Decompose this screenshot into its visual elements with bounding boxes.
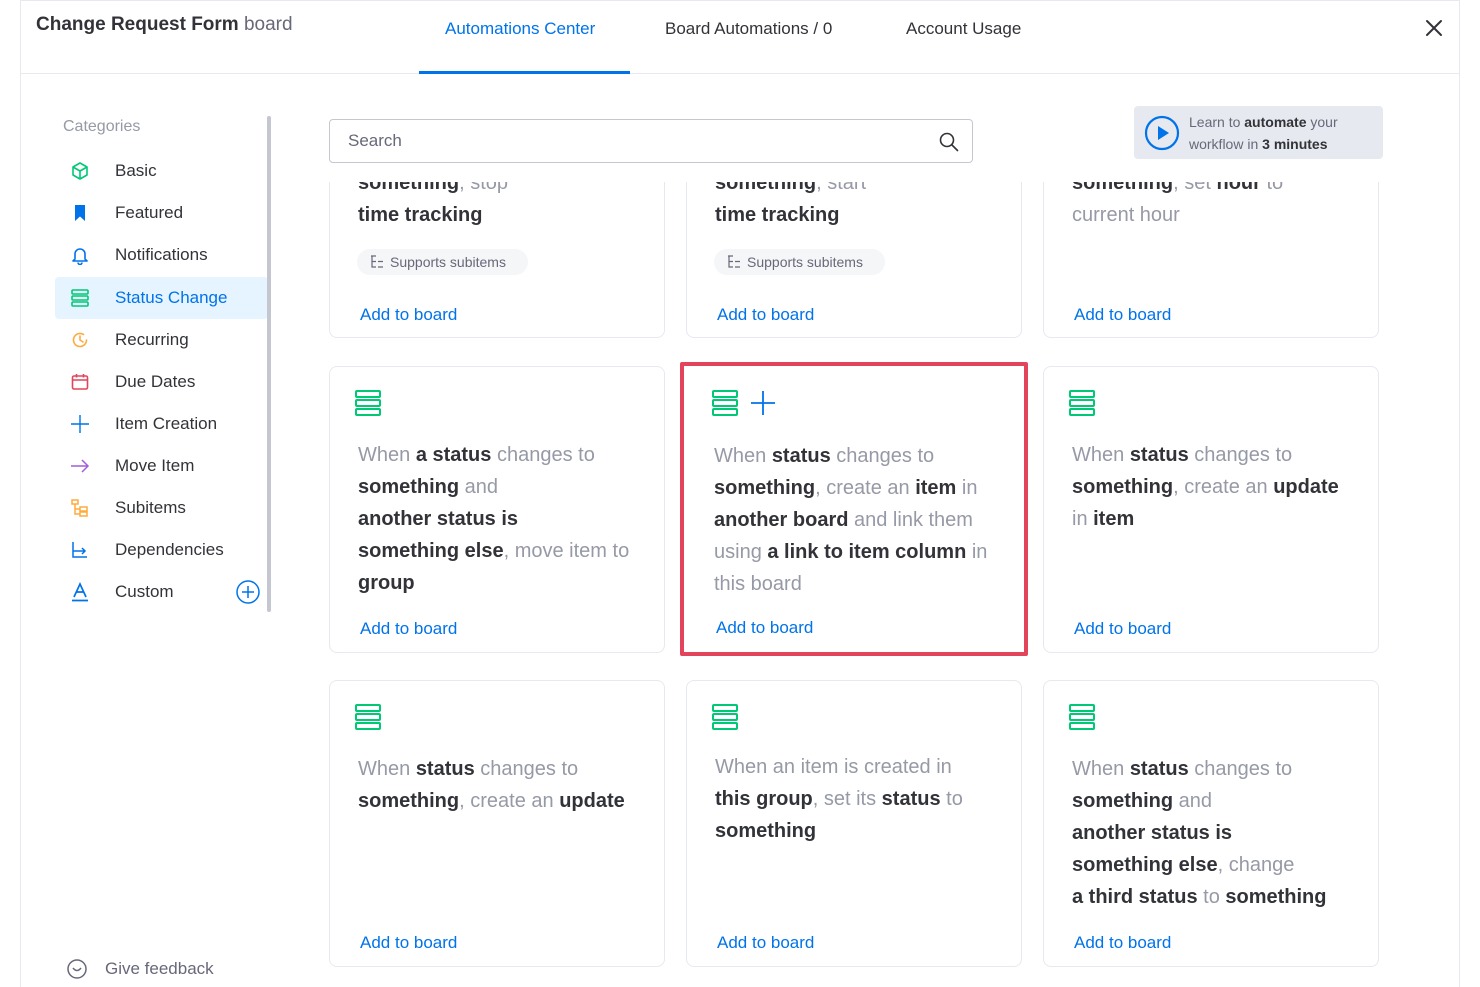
sidebar-item-label: Item Creation [115, 414, 218, 433]
cube-icon [69, 160, 91, 182]
recipe-text: When a status changes to something and a… [358, 444, 630, 594]
status-stack-icon [355, 704, 381, 730]
sidebar-item-due-dates[interactable]: Due Dates [55, 361, 268, 403]
sidebar-item-label: Due Dates [115, 372, 196, 391]
sidebar-item-label: Notifications [115, 245, 208, 264]
sidebar-item-recurring[interactable]: Recurring [55, 319, 268, 361]
sidebar-item-label: Basic [115, 161, 157, 180]
dependency-icon [69, 539, 91, 561]
recipe-text: When an item is created in this group, s… [715, 756, 963, 842]
recipe-card[interactable]: When status changes to something, create… [329, 680, 665, 967]
add-custom-button[interactable] [236, 580, 260, 604]
sidebar-item-label: Move Item [115, 456, 195, 475]
sidebar-item-label: Featured [115, 203, 184, 222]
give-feedback-link[interactable]: Give feedback [66, 958, 214, 980]
recipe-text: When status changes to something and ano… [1072, 758, 1327, 908]
tab-board-automations[interactable]: Board Automations / 0 [665, 19, 832, 39]
subitems-icon [69, 497, 91, 519]
recipe-text: When status changes to something, create… [1072, 444, 1339, 530]
add-to-board-link[interactable]: Add to board [1074, 619, 1171, 639]
add-to-board-link[interactable]: Add to board [360, 305, 457, 325]
recipe-text: something, set hour to current hour [1072, 182, 1284, 226]
add-to-board-link[interactable]: Add to board [360, 619, 457, 639]
modal-header: Change Request Form board Automations Ce… [20, 0, 1460, 74]
sidebar-item-dependencies[interactable]: Dependencies [55, 529, 268, 571]
learn-text: Learn to automate your workflow in 3 min… [1189, 113, 1338, 152]
status-stack-icon [1069, 390, 1095, 416]
learn-video-banner[interactable]: Learn to automate your workflow in 3 min… [1134, 106, 1383, 159]
status-stack-icon [1069, 704, 1095, 730]
sidebar-item-custom[interactable]: Custom [55, 571, 268, 613]
status-stack-icon [712, 704, 738, 730]
recipe-card[interactable]: When an item is created in this group, s… [686, 680, 1022, 967]
sidebar-item-label: Subitems [115, 498, 186, 517]
add-to-board-link[interactable]: Add to board [716, 618, 813, 638]
arrow-right-icon [69, 455, 91, 477]
sidebar-item-label: Status Change [115, 288, 228, 307]
sidebar-item-status-change[interactable]: Status Change [55, 277, 268, 319]
automation-recipes-grid[interactable]: something, stop time tracking Supports s… [329, 182, 1389, 987]
plus-circle-icon [236, 580, 260, 604]
status-stack-icon [69, 287, 91, 309]
recipe-card[interactable]: something, stop time tracking Supports s… [329, 182, 665, 338]
recipe-card[interactable]: When a status changes to something and a… [329, 366, 665, 653]
close-icon [1426, 20, 1442, 36]
close-button[interactable] [1420, 14, 1448, 42]
sidebar-item-basic[interactable]: Basic [55, 150, 268, 192]
subitems-icon [728, 255, 740, 268]
play-icon [1144, 115, 1180, 150]
custom-a-icon [69, 581, 91, 603]
sidebar-item-label: Dependencies [115, 540, 224, 559]
sidebar-item-move-item[interactable]: Move Item [55, 445, 268, 487]
recipe-card[interactable]: something, set hour to current hour Add … [1043, 182, 1379, 338]
board-title: Change Request Form board [36, 14, 293, 36]
add-to-board-link[interactable]: Add to board [717, 933, 814, 953]
tab-account-usage[interactable]: Account Usage [906, 19, 1021, 39]
status-stack-icon [712, 390, 738, 416]
search-input[interactable] [330, 120, 930, 162]
supports-subitems-chip: Supports subitems [714, 249, 885, 275]
subitems-icon [371, 255, 383, 268]
search-box [329, 119, 973, 163]
recipe-card-highlighted[interactable]: When status changes to something, create… [680, 362, 1028, 656]
plus-icon [69, 413, 91, 435]
board-suffix: board [243, 14, 293, 35]
add-to-board-link[interactable]: Add to board [360, 933, 457, 953]
calendar-icon [69, 371, 91, 393]
board-name: Change Request Form [36, 14, 239, 35]
add-to-board-link[interactable]: Add to board [717, 305, 814, 325]
recipe-card[interactable]: something, start time tracking Supports … [686, 182, 1022, 338]
sidebar-item-label: Recurring [115, 330, 189, 349]
active-tab-indicator [419, 71, 630, 74]
status-stack-icon [355, 390, 381, 416]
recipe-card[interactable]: When status changes to something, create… [1043, 366, 1379, 653]
plus-icon [751, 391, 775, 415]
sidebar-item-subitems[interactable]: Subitems [55, 487, 268, 529]
feedback-icon [67, 959, 87, 979]
recipe-text: something, start time tracking [715, 182, 867, 226]
recipe-card[interactable]: When status changes to something and ano… [1043, 680, 1379, 967]
sidebar-item-label: Custom [115, 582, 174, 601]
bookmark-icon [69, 202, 91, 224]
supports-subitems-chip: Supports subitems [357, 249, 528, 275]
sidebar-item-notifications[interactable]: Notifications [55, 234, 268, 276]
recipe-text: When status changes to something, create… [358, 758, 625, 812]
sidebar-item-item-creation[interactable]: Item Creation [55, 403, 268, 445]
sidebar-item-featured[interactable]: Featured [55, 192, 268, 234]
recipe-text: When status changes to something, create… [714, 445, 988, 595]
sidebar-scrollbar[interactable] [267, 116, 271, 612]
add-to-board-link[interactable]: Add to board [1074, 933, 1171, 953]
bell-icon [69, 244, 91, 266]
tab-automations-center[interactable]: Automations Center [445, 19, 595, 39]
add-to-board-link[interactable]: Add to board [1074, 305, 1171, 325]
search-icon[interactable] [938, 131, 960, 153]
recurring-clock-icon [69, 329, 91, 351]
feedback-label: Give feedback [105, 959, 214, 978]
categories-title: Categories [63, 118, 141, 135]
recipe-text: something, stop time tracking [358, 182, 509, 226]
